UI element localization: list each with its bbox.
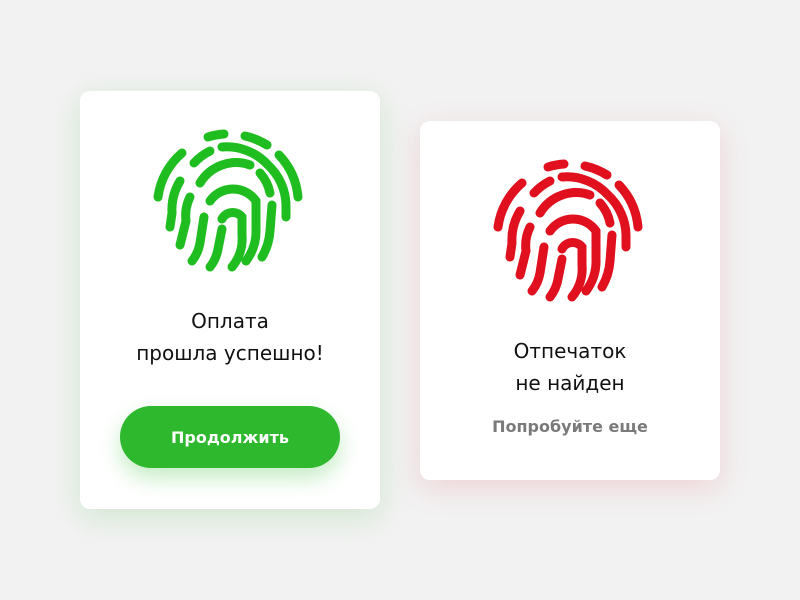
payment-success-title-line1: Оплата bbox=[191, 309, 269, 333]
fingerprint-icon bbox=[150, 125, 310, 285]
fingerprint-not-found-title-line1: Отпечаток bbox=[513, 339, 627, 363]
continue-button[interactable]: Продолжить bbox=[120, 406, 340, 468]
fingerprint-icon bbox=[490, 155, 650, 315]
fingerprint-not-found-title-line2: не найден bbox=[515, 371, 625, 395]
try-again-link[interactable]: Попробуйте еще bbox=[420, 417, 720, 436]
fingerprint-not-found-card: Отпечаток не найден Попробуйте еще bbox=[420, 121, 720, 480]
payment-success-title-line2: прошла успешно! bbox=[136, 341, 324, 365]
fingerprint-not-found-title: Отпечаток не найден bbox=[420, 335, 720, 399]
payment-success-card: Оплата прошла успешно! Продолжить bbox=[80, 91, 380, 509]
payment-success-title: Оплата прошла успешно! bbox=[80, 305, 380, 369]
